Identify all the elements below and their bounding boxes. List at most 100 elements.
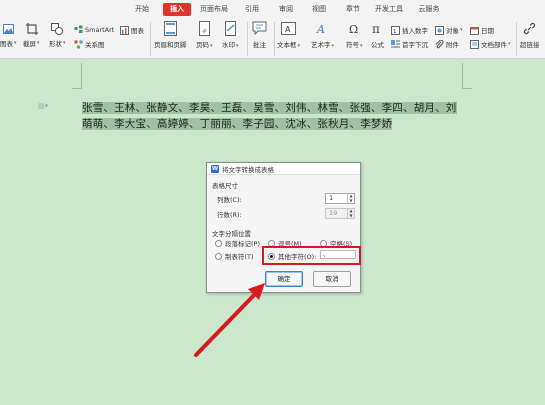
- formula-label: 公式: [371, 41, 384, 49]
- chart-small-button[interactable]: 图表 ▾: [0, 38, 17, 48]
- margin-corner-left: [72, 63, 82, 89]
- cancel-button[interactable]: 取消: [313, 271, 351, 287]
- header-footer-label: 页眉和页脚: [154, 41, 187, 49]
- document-body[interactable]: 张雪、王林、张静文、李昊、王磊、吴雪、刘伟、林雪、张强、李四、胡月、刘萌萌、李大…: [82, 100, 464, 132]
- dropcap-icon: [391, 39, 400, 49]
- radio-paragraph-mark[interactable]: 段落标记(P): [215, 238, 260, 248]
- ribbon-separator: [150, 22, 151, 56]
- textbox-button[interactable]: A 文本框▾: [277, 21, 300, 49]
- watermark-button[interactable]: 水印▾: [222, 21, 239, 49]
- insert-number-button[interactable]: 1 插入数字: [391, 25, 428, 35]
- relation-label: 关系图: [85, 41, 105, 49]
- smartart-button[interactable]: SmartArt: [74, 25, 114, 34]
- object-label: 对象: [446, 27, 459, 35]
- docpart-button[interactable]: 文档部件 ▾: [470, 39, 511, 49]
- formula-button[interactable]: π 公式: [370, 21, 385, 49]
- columns-value: 1: [329, 194, 334, 202]
- attachment-button[interactable]: 附件: [435, 39, 459, 49]
- symbol-button[interactable]: Ω 符号▾: [346, 21, 363, 49]
- comment-icon: [252, 21, 267, 36]
- columns-label: 列数(C):: [217, 196, 242, 204]
- relation-button[interactable]: 关系图: [74, 39, 105, 49]
- page-number-label: 页码: [196, 41, 209, 49]
- screenshot-button[interactable]: 截屏 ▾: [23, 38, 40, 48]
- wordart-label: 艺术字: [311, 41, 331, 49]
- hyperlink-button[interactable]: 超链接: [520, 21, 540, 49]
- margin-corner-right: [462, 63, 472, 89]
- screenshot-label: 截屏: [23, 40, 36, 48]
- chart-icon: [120, 25, 129, 35]
- columns-spinbox[interactable]: 1 ▲ ▼: [325, 193, 355, 204]
- paragraph-marker-icon: ▤▾: [38, 102, 49, 110]
- ribbon-separator: [247, 22, 248, 56]
- svg-text:A: A: [316, 23, 325, 36]
- rows-spinbox: 19 ▲ ▼: [325, 208, 355, 219]
- dialog-titlebar[interactable]: W 将文字转换成表格: [207, 163, 360, 175]
- tab-home[interactable]: 开始: [128, 3, 156, 16]
- chart-small-label: 图表: [0, 40, 13, 48]
- tab-section[interactable]: 章节: [341, 3, 365, 16]
- rows-stepper: ▲ ▼: [347, 208, 354, 218]
- shape-label: 形状: [49, 40, 62, 48]
- textbox-icon: A: [281, 21, 296, 36]
- ribbon-separator: [516, 22, 517, 56]
- shape-icon: [51, 23, 63, 35]
- ribbon: 开始 插入 页面布局 引用 审阅 视图 章节 开发工具 云服务 图表 ▾ 截屏 ▾ …: [0, 0, 545, 59]
- date-label: 日期: [481, 27, 494, 35]
- rows-label: 行数(R):: [217, 211, 242, 219]
- separator-heading: 文字分隔位置: [212, 230, 251, 238]
- comment-label: 批注: [253, 41, 266, 49]
- wordart-button[interactable]: A 艺术字▾: [311, 21, 334, 49]
- watermark-icon: [223, 21, 238, 36]
- columns-stepper[interactable]: ▲ ▼: [347, 193, 354, 203]
- symbol-label: 符号: [346, 41, 359, 49]
- selected-text[interactable]: 张雪、王林、张静文、李昊、王磊、吴雪、刘伟、林雪、张强、李四、胡月、刘萌萌、李大…: [82, 102, 457, 130]
- dropcap-button[interactable]: 首字下沉: [391, 39, 428, 49]
- omega-icon: Ω: [347, 21, 362, 36]
- table-size-heading: 表格尺寸: [212, 182, 238, 190]
- pi-icon: π: [370, 21, 385, 36]
- attachment-label: 附件: [446, 41, 459, 49]
- tab-view[interactable]: 视图: [307, 3, 331, 16]
- number-icon: 1: [391, 25, 400, 35]
- screenshot-icon: [26, 23, 38, 35]
- smartart-label: SmartArt: [85, 25, 115, 34]
- page-number-button[interactable]: # 页码▾: [196, 21, 213, 49]
- radio-button[interactable]: [215, 239, 222, 247]
- dropcap-label: 首字下沉: [402, 41, 428, 49]
- tab-insert[interactable]: 插入: [163, 3, 191, 16]
- paperclip-icon: [435, 39, 444, 49]
- calendar-icon: [470, 26, 479, 35]
- tab-review[interactable]: 审阅: [274, 3, 298, 16]
- header-footer-icon: [163, 21, 178, 36]
- highlight-box: [262, 246, 361, 265]
- relation-icon: [74, 39, 83, 49]
- page-number-icon: #: [197, 21, 212, 36]
- textbox-label: 文本框: [277, 41, 297, 49]
- ribbon-separator: [274, 22, 275, 56]
- object-button[interactable]: 对象 ▾: [435, 25, 463, 35]
- wordart-icon: A: [315, 21, 330, 36]
- insert-number-label: 插入数字: [402, 27, 428, 35]
- dialog-title: 将文字转换成表格: [222, 165, 274, 174]
- chart-button[interactable]: 图表: [120, 25, 144, 35]
- wps-writer-icon: W: [211, 164, 219, 173]
- hyperlink-label: 超链接: [520, 41, 540, 49]
- ok-button[interactable]: 确定: [265, 271, 303, 287]
- tab-page-layout[interactable]: 页面布局: [197, 3, 231, 16]
- tab-developer[interactable]: 开发工具: [372, 3, 406, 16]
- shape-button[interactable]: 形状 ▾: [49, 38, 66, 48]
- radio-button[interactable]: [215, 252, 222, 260]
- radio-tab[interactable]: 制表符(T): [215, 251, 254, 261]
- comment-button[interactable]: 批注: [252, 21, 267, 49]
- tab-references[interactable]: 引用: [240, 3, 264, 16]
- svg-text:Ω: Ω: [349, 23, 358, 36]
- chart-label: 图表: [131, 27, 144, 35]
- tab-cloud[interactable]: 云服务: [415, 3, 443, 16]
- svg-text:π: π: [372, 22, 380, 36]
- header-footer-button[interactable]: 页眉和页脚: [154, 21, 187, 49]
- radio-tab-label: 制表符(T): [225, 253, 254, 261]
- docpart-icon: [470, 39, 479, 49]
- rows-value: 19: [329, 209, 338, 217]
- date-button[interactable]: 日期: [470, 25, 494, 35]
